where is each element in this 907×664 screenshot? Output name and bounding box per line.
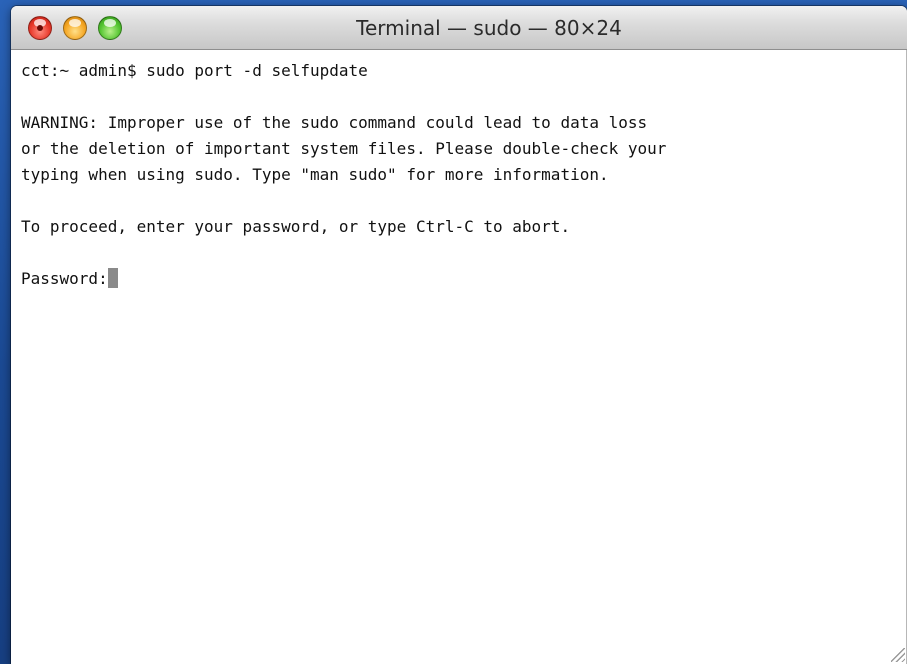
terminal-content[interactable]: cct:~ admin$ sudo port -d selfupdate WAR… [11,50,907,664]
terminal-window: Terminal — sudo — 80×24 cct:~ admin$ sud… [11,6,907,664]
title-bar[interactable]: Terminal — sudo — 80×24 [11,6,907,50]
terminal-line: WARNING: Improper use of the sudo comman… [21,113,648,132]
password-prompt-line[interactable]: Password: [21,266,118,292]
password-prompt: Password: [21,269,108,288]
terminal-line: To proceed, enter your password, or type… [21,217,571,236]
text-cursor [107,268,118,288]
terminal-line: cct:~ admin$ sudo port -d selfupdate [21,61,368,80]
terminal-line: typing when using sudo. Type "man sudo" … [21,165,609,184]
resize-grip-icon[interactable] [891,648,905,662]
window-title: Terminal — sudo — 80×24 [356,16,622,40]
terminal-line: or the deletion of important system file… [21,139,667,158]
